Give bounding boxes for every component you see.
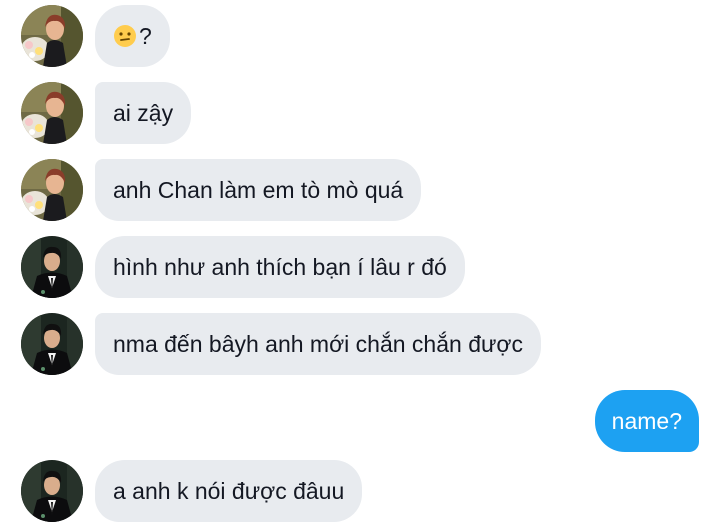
- message-text: a anh k nói được đâuu: [113, 477, 345, 504]
- avatar[interactable]: [21, 313, 83, 375]
- avatar[interactable]: [21, 159, 83, 221]
- message-bubble[interactable]: hình như anh thích bạn í lâu r đó: [95, 236, 465, 298]
- avatar[interactable]: [21, 236, 83, 298]
- message-bubble[interactable]: ?: [95, 5, 170, 67]
- message-text: ?: [139, 22, 152, 49]
- message-text: ai zậy: [113, 99, 174, 126]
- avatar[interactable]: [21, 5, 83, 67]
- message-text: nma đến bâyh anh mới chắn chắn được: [113, 330, 523, 357]
- message-text: name?: [611, 407, 682, 434]
- message-bubble[interactable]: anh Chan làm em tò mò quá: [95, 159, 422, 221]
- avatar[interactable]: [21, 460, 83, 522]
- sent-message-bubble[interactable]: name?: [594, 390, 699, 452]
- message-text: anh Chan làm em tò mò quá: [113, 176, 404, 203]
- message-bubble[interactable]: ai zậy: [95, 82, 192, 144]
- confused-face-icon: [113, 24, 137, 48]
- message-bubble[interactable]: a anh k nói được đâuu: [95, 460, 363, 522]
- message-text: hình như anh thích bạn í lâu r đó: [113, 253, 447, 280]
- avatar[interactable]: [21, 82, 83, 144]
- message-bubble[interactable]: nma đến bâyh anh mới chắn chắn được: [95, 313, 541, 375]
